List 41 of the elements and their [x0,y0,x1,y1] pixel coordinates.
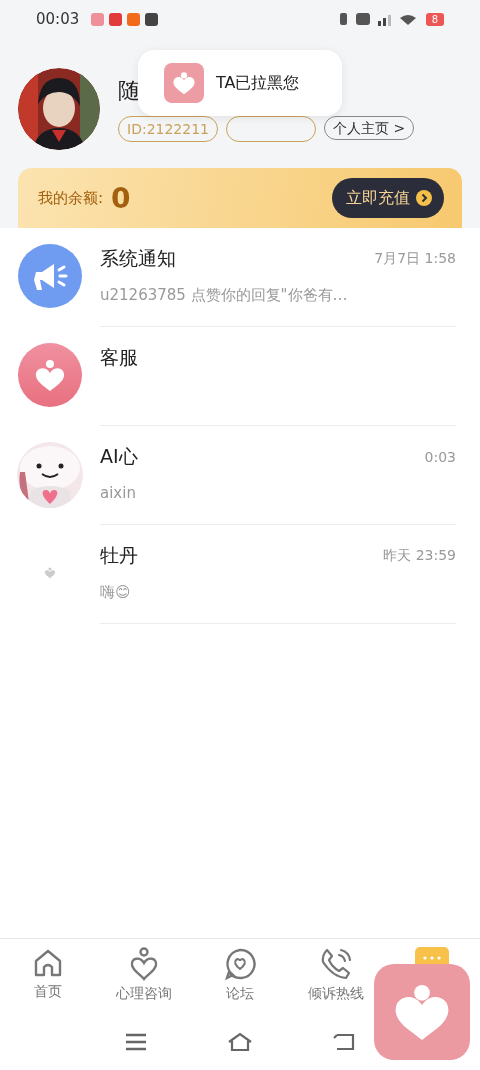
balance-label: 我的余额: [38,188,104,208]
nav-tab[interactable]: 倾诉热线 [308,939,364,1003]
balance-amount: 0 [111,181,131,215]
conversation-item[interactable]: 系统通知 7月7日 1:58 u21263785 点赞你的回复"你爸有… [0,228,480,327]
chat-heart-icon [223,947,257,981]
heart-avatar-icon [44,567,56,579]
conversation-title: 牡丹 [100,543,138,568]
back-icon[interactable] [333,1033,355,1051]
conversation-title: 客服 [100,345,138,370]
app-notification-icon [127,12,141,26]
heart-logo-avatar-icon [18,343,82,407]
nav-tab[interactable]: 论坛 [223,939,257,1003]
battery-level: 8 [425,12,444,26]
phone-icon [319,947,353,981]
conversation-item[interactable]: 客服 [0,327,480,426]
menu-icon[interactable] [125,1033,147,1051]
message-time: 0:03 [424,449,456,465]
home-icon [32,947,64,979]
nav-tab[interactable]: 心理咨询 [116,939,172,1003]
heart-person-icon [128,947,160,981]
toast-message: TA已拉黑您 [216,72,300,94]
conversation-item[interactable]: AI心 0:03 aixin [0,426,480,525]
message-time: 昨天 23:59 [383,547,456,565]
user-name: 随 [118,77,140,105]
message-preview: 嗨😊 [100,583,132,602]
chevron-icon [416,190,432,206]
recharge-button[interactable]: 立即充值 [332,178,444,218]
conversation-title: AI心 [100,444,138,469]
message-preview: u21263785 点赞你的回复"你爸有… [100,286,349,305]
app-notification-icon [109,12,123,26]
conversation-item[interactable]: 牡丹 昨天 23:59 嗨😊 [0,525,480,624]
app-notification-icon [145,12,159,26]
conversation-title: 系统通知 [100,246,176,271]
nav-tab[interactable]: 首页 [32,939,64,1001]
megaphone-avatar-icon [18,244,82,308]
signal-status-icon [337,12,418,26]
home-icon[interactable] [227,1032,253,1052]
message-time: 7月7日 1:58 [374,250,456,268]
message-preview: aixin [100,484,137,502]
clock: 00:03 [36,10,80,28]
app-notification-icon [91,12,105,26]
